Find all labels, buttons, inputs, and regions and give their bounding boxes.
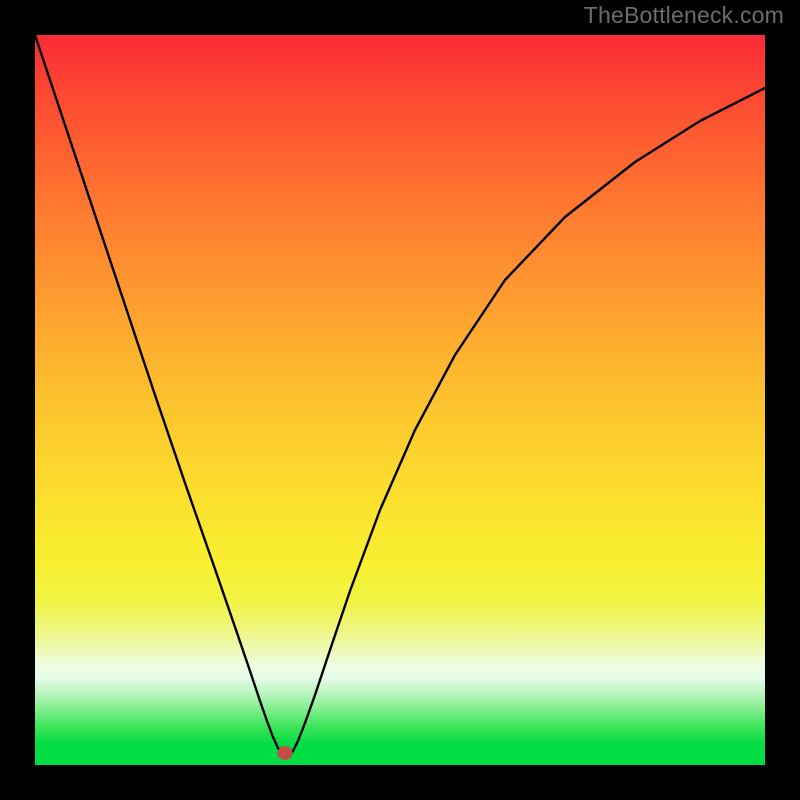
plot-area — [35, 35, 765, 765]
watermark-text: TheBottleneck.com — [584, 2, 784, 29]
chart-frame: TheBottleneck.com — [0, 0, 800, 800]
optimal-point-marker — [278, 746, 293, 760]
bottleneck-curve-path — [35, 35, 765, 755]
curve-svg — [35, 35, 765, 765]
